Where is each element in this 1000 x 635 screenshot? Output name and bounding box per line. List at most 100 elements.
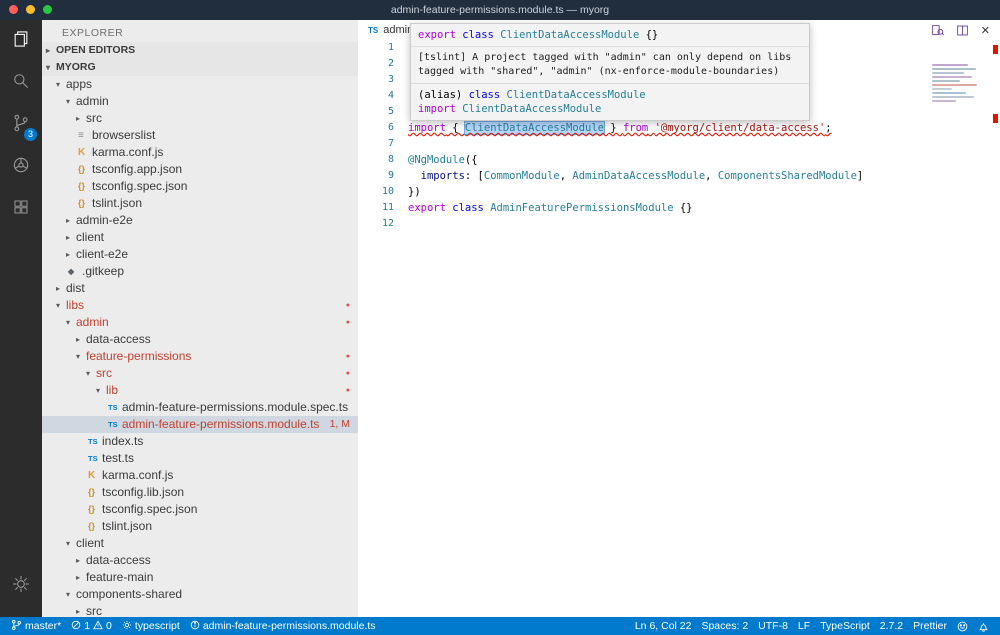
tree-item[interactable]: {}tsconfig.app.json (42, 161, 358, 178)
code-token: ClientDataAccessModule (462, 103, 601, 115)
code-area[interactable]: 123456import { ClientDataAccessModule } … (358, 40, 1000, 617)
tree-item[interactable]: ▾admin (42, 93, 358, 110)
settings-button[interactable] (0, 565, 42, 607)
search-icon (11, 71, 31, 96)
tree-item[interactable]: ▾libs● (42, 297, 358, 314)
tree-item[interactable]: {}tsconfig.spec.json (42, 178, 358, 195)
code-line[interactable]: 10}) (358, 184, 1000, 200)
notifications-bell-icon[interactable] (973, 621, 994, 632)
tree-item[interactable]: ▾lib● (42, 382, 358, 399)
tree-item[interactable]: ≡browserslist (42, 127, 358, 144)
zoom-window-button[interactable] (43, 5, 52, 14)
gear-icon (122, 620, 132, 633)
tree-item[interactable]: TSadmin-feature-permissions.module.ts1, … (42, 416, 358, 433)
code-line[interactable]: 6import { ClientDataAccessModule } from … (358, 120, 1000, 136)
selected-word: ClientDataAccessModule (465, 122, 604, 134)
editor-pane: TS admin-feature-permissions.module.ts ✕… (358, 20, 1000, 617)
tree-item[interactable]: ▸data-access (42, 552, 358, 569)
code-line[interactable]: 12 (358, 216, 1000, 232)
tree-item[interactable]: ▸src (42, 110, 358, 127)
tree-item[interactable]: {}tslint.json (42, 518, 358, 535)
ts-version[interactable]: 2.7.2 (875, 620, 908, 632)
code-token: , (560, 170, 573, 182)
line-number[interactable]: 4 (358, 88, 394, 104)
tree-item-label: src (86, 110, 102, 127)
tree-item[interactable]: {}tsconfig.lib.json (42, 484, 358, 501)
close-window-button[interactable] (9, 5, 18, 14)
line-number[interactable]: 7 (358, 136, 394, 152)
git-branch-status[interactable]: master* (6, 619, 66, 634)
active-file-status[interactable]: admin-feature-permissions.module.ts (185, 620, 381, 633)
tree-item[interactable]: ▾apps (42, 76, 358, 93)
extensions-button[interactable] (0, 188, 42, 230)
hover-tooltip[interactable]: export class ClientDataAccessModule {} [… (410, 23, 810, 121)
language-mode[interactable]: TypeScript (815, 620, 875, 632)
line-number[interactable]: 5 (358, 104, 394, 120)
tree-item[interactable]: {}tsconfig.spec.json (42, 501, 358, 518)
line-number[interactable]: 6 (358, 120, 394, 136)
indentation-status[interactable]: Spaces: 2 (696, 620, 753, 632)
open-editors-header[interactable]: ▸ OPEN EDITORS (42, 42, 358, 59)
tree-item-label: .gitkeep (82, 263, 124, 280)
extension-wheel-button[interactable] (0, 146, 42, 188)
line-number[interactable]: 10 (358, 184, 394, 200)
line-number[interactable]: 11 (358, 200, 394, 216)
tree-item[interactable]: Kkarma.conf.js (42, 144, 358, 161)
tree-item[interactable]: ▾components-shared (42, 586, 358, 603)
branch-icon (11, 619, 22, 634)
line-number[interactable]: 9 (358, 168, 394, 184)
search-button[interactable] (0, 62, 42, 104)
tree-item[interactable]: ◆.gitkeep (42, 263, 358, 280)
typescript-status[interactable]: typescript (117, 620, 185, 633)
tree-item[interactable]: Kkarma.conf.js (42, 467, 358, 484)
tree-item[interactable]: ▸client-e2e (42, 246, 358, 263)
tree-item[interactable]: TSadmin-feature-permissions.module.spec.… (42, 399, 358, 416)
tree-item-label: components-shared (76, 586, 182, 603)
code-line[interactable]: 7 (358, 136, 1000, 152)
encoding-status[interactable]: UTF-8 (753, 620, 793, 632)
tree-item[interactable]: ▸client (42, 229, 358, 246)
minimap[interactable] (932, 62, 982, 104)
eol-status[interactable]: LF (793, 620, 815, 632)
tree-item[interactable]: ▸data-access (42, 331, 358, 348)
code-text: import { ClientDataAccessModule } from '… (394, 120, 832, 136)
tree-item[interactable]: ▾src● (42, 365, 358, 382)
tree-item[interactable]: ▸feature-main (42, 569, 358, 586)
feedback-smiley-icon[interactable] (952, 621, 973, 632)
explorer-button[interactable] (0, 20, 42, 62)
tree-item-label: src (96, 365, 112, 382)
tree-item[interactable]: {}tslint.json (42, 195, 358, 212)
tree-item[interactable]: TStest.ts (42, 450, 358, 467)
open-changes-icon[interactable] (931, 24, 944, 37)
problems-status[interactable]: 1 0 (66, 620, 117, 633)
tree-item[interactable]: ▸src (42, 603, 358, 617)
project-section-header[interactable]: ▾ MYORG (42, 59, 358, 76)
code-token: '@myorg/client/data-access' (655, 122, 826, 134)
line-number[interactable]: 2 (358, 56, 394, 72)
tree-item-label: admin (76, 93, 109, 110)
cursor-position[interactable]: Ln 6, Col 22 (630, 620, 697, 632)
line-number[interactable]: 1 (358, 40, 394, 56)
line-number[interactable]: 8 (358, 152, 394, 168)
code-line[interactable]: 9 imports: [CommonModule, AdminDataAcces… (358, 168, 1000, 184)
split-editor-icon[interactable] (956, 24, 969, 37)
tree-item[interactable]: ▾feature-permissions● (42, 348, 358, 365)
tree-item[interactable]: ▸admin-e2e (42, 212, 358, 229)
tree-item-label: libs (66, 297, 84, 314)
ts-file-icon: TS (108, 416, 122, 433)
formatter-status[interactable]: Prettier (908, 620, 952, 632)
line-number[interactable]: 12 (358, 216, 394, 232)
minimize-window-button[interactable] (26, 5, 35, 14)
tree-item[interactable]: ▾client (42, 535, 358, 552)
file-file-icon: ≡ (78, 127, 92, 144)
close-editor-icon[interactable]: ✕ (981, 24, 990, 37)
code-line[interactable]: 8@NgModule({ (358, 152, 1000, 168)
source-control-button[interactable]: 3 (0, 104, 42, 146)
tree-item[interactable]: ▸dist (42, 280, 358, 297)
wheel-icon (11, 155, 31, 180)
tree-item[interactable]: ▾admin● (42, 314, 358, 331)
line-number[interactable]: 3 (358, 72, 394, 88)
code-line[interactable]: 11export class AdminFeaturePermissionsMo… (358, 200, 1000, 216)
open-editors-label: OPEN EDITORS (56, 42, 135, 59)
tree-item[interactable]: TSindex.ts (42, 433, 358, 450)
